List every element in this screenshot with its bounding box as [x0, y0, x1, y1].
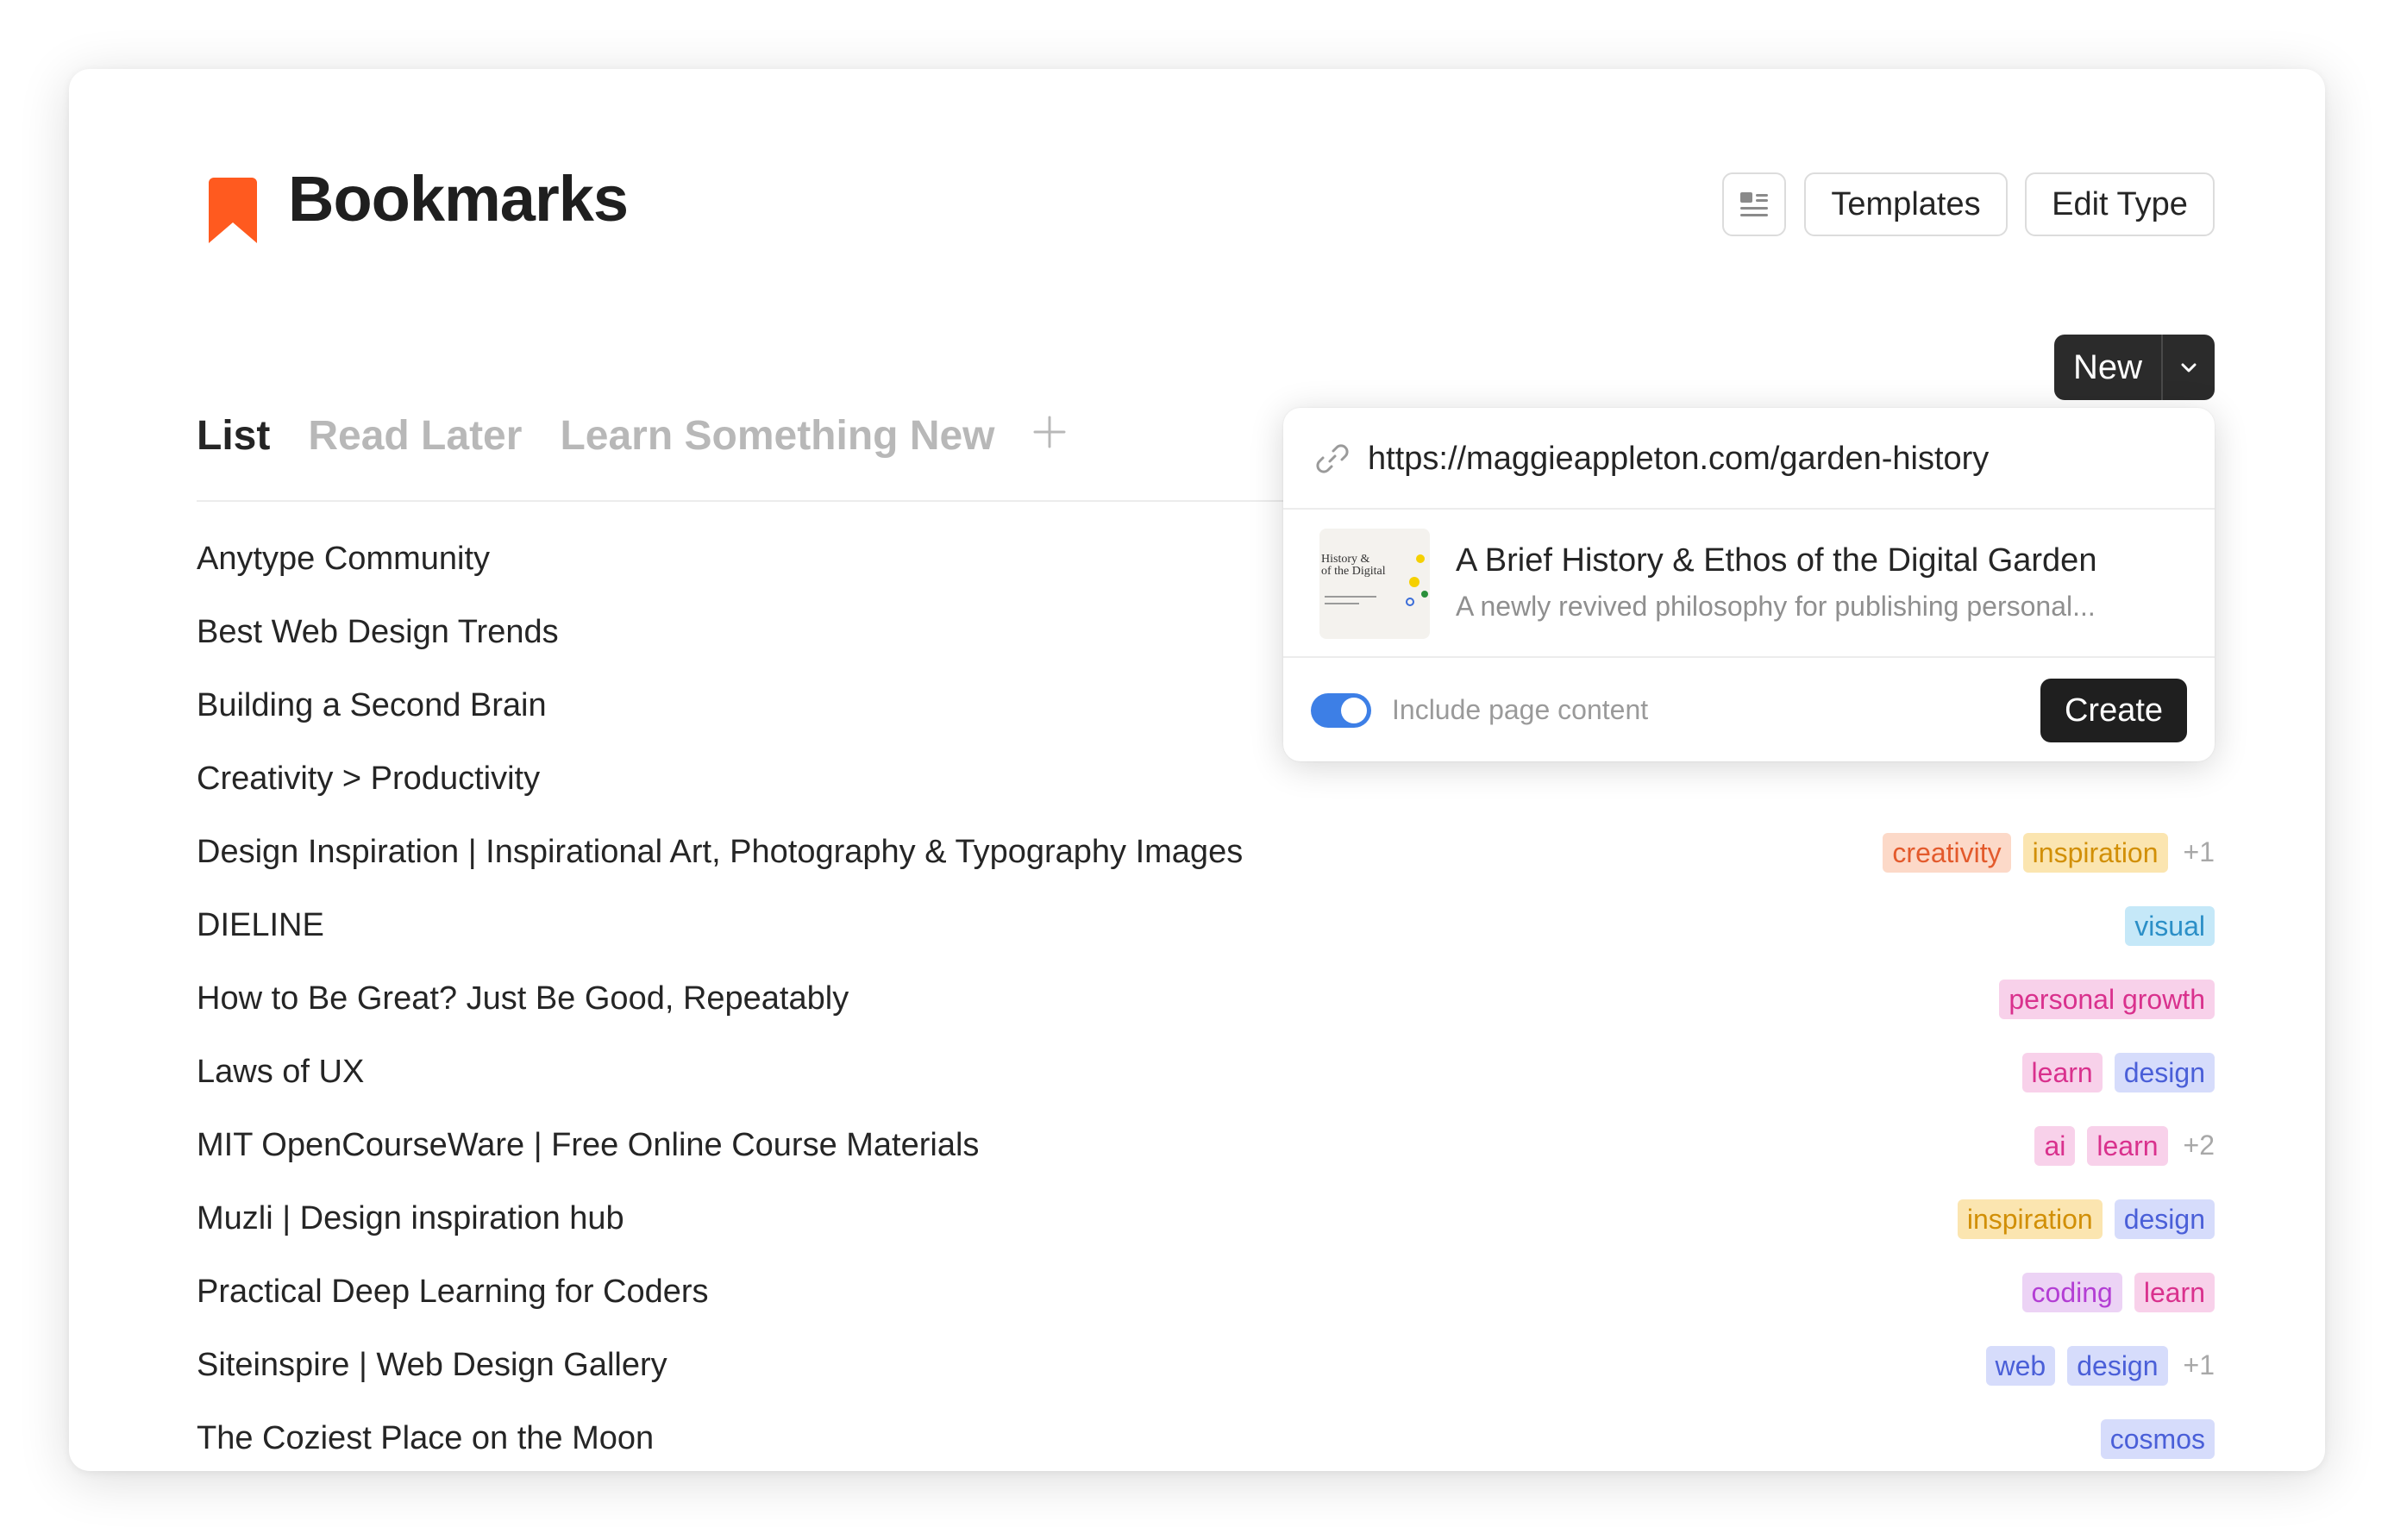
- tag-list: web design +1: [1985, 1329, 2215, 1402]
- chevron-down-icon: [2181, 363, 2197, 372]
- bookmark-title[interactable]: Anytype Community: [197, 541, 490, 578]
- app-window: Bookmarks Templates Edit Type List Read …: [69, 69, 2325, 1471]
- list-item[interactable]: The Coziest Place on the Moon cosmos: [197, 1402, 2215, 1475]
- tag-list: ai learn +2: [2034, 1109, 2215, 1182]
- new-bookmark-popup: History & of the Digital A Brief History…: [1283, 408, 2215, 761]
- bookmark-title[interactable]: The Coziest Place on the Moon: [197, 1420, 654, 1457]
- thumbnail-line: [1325, 603, 1359, 604]
- bookmark-title[interactable]: MIT OpenCourseWare | Free Online Course …: [197, 1127, 979, 1164]
- bookmark-title[interactable]: Creativity > Productivity: [197, 761, 540, 798]
- tag-badge[interactable]: ai: [2034, 1125, 2076, 1166]
- tag-badge[interactable]: web: [1985, 1345, 2056, 1386]
- page-header: Bookmarks Templates Edit Type: [69, 69, 2325, 285]
- bookmark-title[interactable]: Siteinspire | Web Design Gallery: [197, 1347, 667, 1384]
- result-title: A Brief History & Ethos of the Digital G…: [1456, 542, 2097, 579]
- templates-button[interactable]: Templates: [1804, 172, 2008, 236]
- tab-learn-something-new[interactable]: Learn Something New: [560, 412, 994, 460]
- tag-list: learn design: [2021, 1036, 2215, 1109]
- tag-list: cosmos: [2100, 1402, 2215, 1475]
- tag-badge[interactable]: inspiration: [1957, 1199, 2103, 1239]
- tag-badge[interactable]: coding: [2021, 1272, 2122, 1312]
- tag-badge[interactable]: learn: [2021, 1052, 2103, 1092]
- tag-badge[interactable]: design: [2114, 1199, 2215, 1239]
- list-item[interactable]: MIT OpenCourseWare | Free Online Course …: [197, 1109, 2215, 1182]
- include-content-toggle[interactable]: [1311, 693, 1371, 728]
- thumbnail-dot: [1421, 591, 1428, 598]
- tag-badge[interactable]: design: [2067, 1345, 2168, 1386]
- tab-read-later[interactable]: Read Later: [308, 412, 522, 460]
- new-button[interactable]: New: [2054, 335, 2161, 400]
- url-row: [1283, 408, 2215, 510]
- thumbnail-dot: [1416, 554, 1425, 563]
- create-button[interactable]: Create: [2040, 679, 2187, 742]
- tag-badge[interactable]: learn: [2134, 1272, 2215, 1312]
- preview-thumbnail: History & of the Digital: [1319, 529, 1430, 639]
- tag-list: creativity inspiration +1: [1883, 816, 2215, 889]
- tab-list[interactable]: List: [197, 412, 270, 460]
- list-item[interactable]: How to Be Great? Just Be Good, Repeatabl…: [197, 962, 2215, 1036]
- tag-badge[interactable]: personal growth: [1999, 979, 2215, 1019]
- tag-list: visual: [2125, 889, 2215, 962]
- include-content-label: Include page content: [1392, 694, 1649, 725]
- list-item[interactable]: Siteinspire | Web Design Gallery web desig…: [197, 1329, 2215, 1402]
- bookmark-title[interactable]: Practical Deep Learning for Coders: [197, 1274, 709, 1311]
- thumbnail-text: of the Digital: [1321, 565, 1386, 578]
- add-view-icon[interactable]: [1028, 410, 1071, 454]
- tag-list: coding learn: [2021, 1255, 2215, 1329]
- layout-toggle-button[interactable]: [1722, 172, 1786, 236]
- bookmark-icon: [209, 178, 257, 243]
- list-item[interactable]: Practical Deep Learning for Coders coding…: [197, 1255, 2215, 1329]
- new-button-group: New: [2054, 335, 2215, 400]
- bookmark-title[interactable]: Laws of UX: [197, 1054, 364, 1091]
- thumbnail-line: [1325, 596, 1376, 598]
- thumbnail-dot: [1406, 598, 1414, 606]
- list-item[interactable]: DIELINE visual: [197, 889, 2215, 962]
- link-icon: [1316, 444, 1349, 473]
- list-item[interactable]: Muzli | Design inspiration hub inspiratio…: [197, 1182, 2215, 1255]
- bookmark-title[interactable]: Design Inspiration | Inspirational Art, …: [197, 834, 1243, 871]
- tag-list: personal growth: [1999, 962, 2215, 1036]
- link-preview-result[interactable]: History & of the Digital A Brief History…: [1283, 511, 2215, 658]
- bookmark-title[interactable]: How to Be Great? Just Be Good, Repeatabl…: [197, 980, 849, 1017]
- page-title: Bookmarks: [288, 163, 629, 235]
- tag-badge[interactable]: design: [2114, 1052, 2215, 1092]
- result-description: A newly revived philosophy for publishin…: [1456, 591, 2096, 622]
- bookmark-title[interactable]: DIELINE: [197, 907, 324, 944]
- bookmark-title[interactable]: Muzli | Design inspiration hub: [197, 1200, 624, 1237]
- url-input[interactable]: [1368, 432, 2178, 485]
- toggle-knob: [1341, 698, 1367, 723]
- tag-badge[interactable]: creativity: [1883, 832, 2011, 873]
- more-tags-count[interactable]: +1: [2180, 1349, 2215, 1381]
- thumbnail-dot: [1409, 577, 1419, 587]
- more-tags-count[interactable]: +2: [2180, 1130, 2215, 1161]
- bookmark-title[interactable]: Best Web Design Trends: [197, 614, 559, 651]
- more-tags-count[interactable]: +1: [2180, 836, 2215, 868]
- layout-icon: [1740, 192, 1768, 216]
- tag-list: inspiration design: [1957, 1182, 2215, 1255]
- new-dropdown-button[interactable]: [2163, 335, 2215, 400]
- bookmark-title[interactable]: Building a Second Brain: [197, 687, 547, 724]
- tag-badge[interactable]: learn: [2087, 1125, 2168, 1166]
- view-tabs: List Read Later Learn Something New: [197, 405, 1033, 466]
- tag-badge[interactable]: visual: [2125, 905, 2215, 946]
- edit-type-button[interactable]: Edit Type: [2025, 172, 2215, 236]
- tag-badge[interactable]: cosmos: [2100, 1418, 2215, 1459]
- tag-badge[interactable]: inspiration: [2022, 832, 2168, 873]
- list-item[interactable]: Laws of UX learn design: [197, 1036, 2215, 1109]
- popup-footer: Include page content Create: [1283, 660, 2215, 761]
- list-item[interactable]: Design Inspiration | Inspirational Art, …: [197, 816, 2215, 889]
